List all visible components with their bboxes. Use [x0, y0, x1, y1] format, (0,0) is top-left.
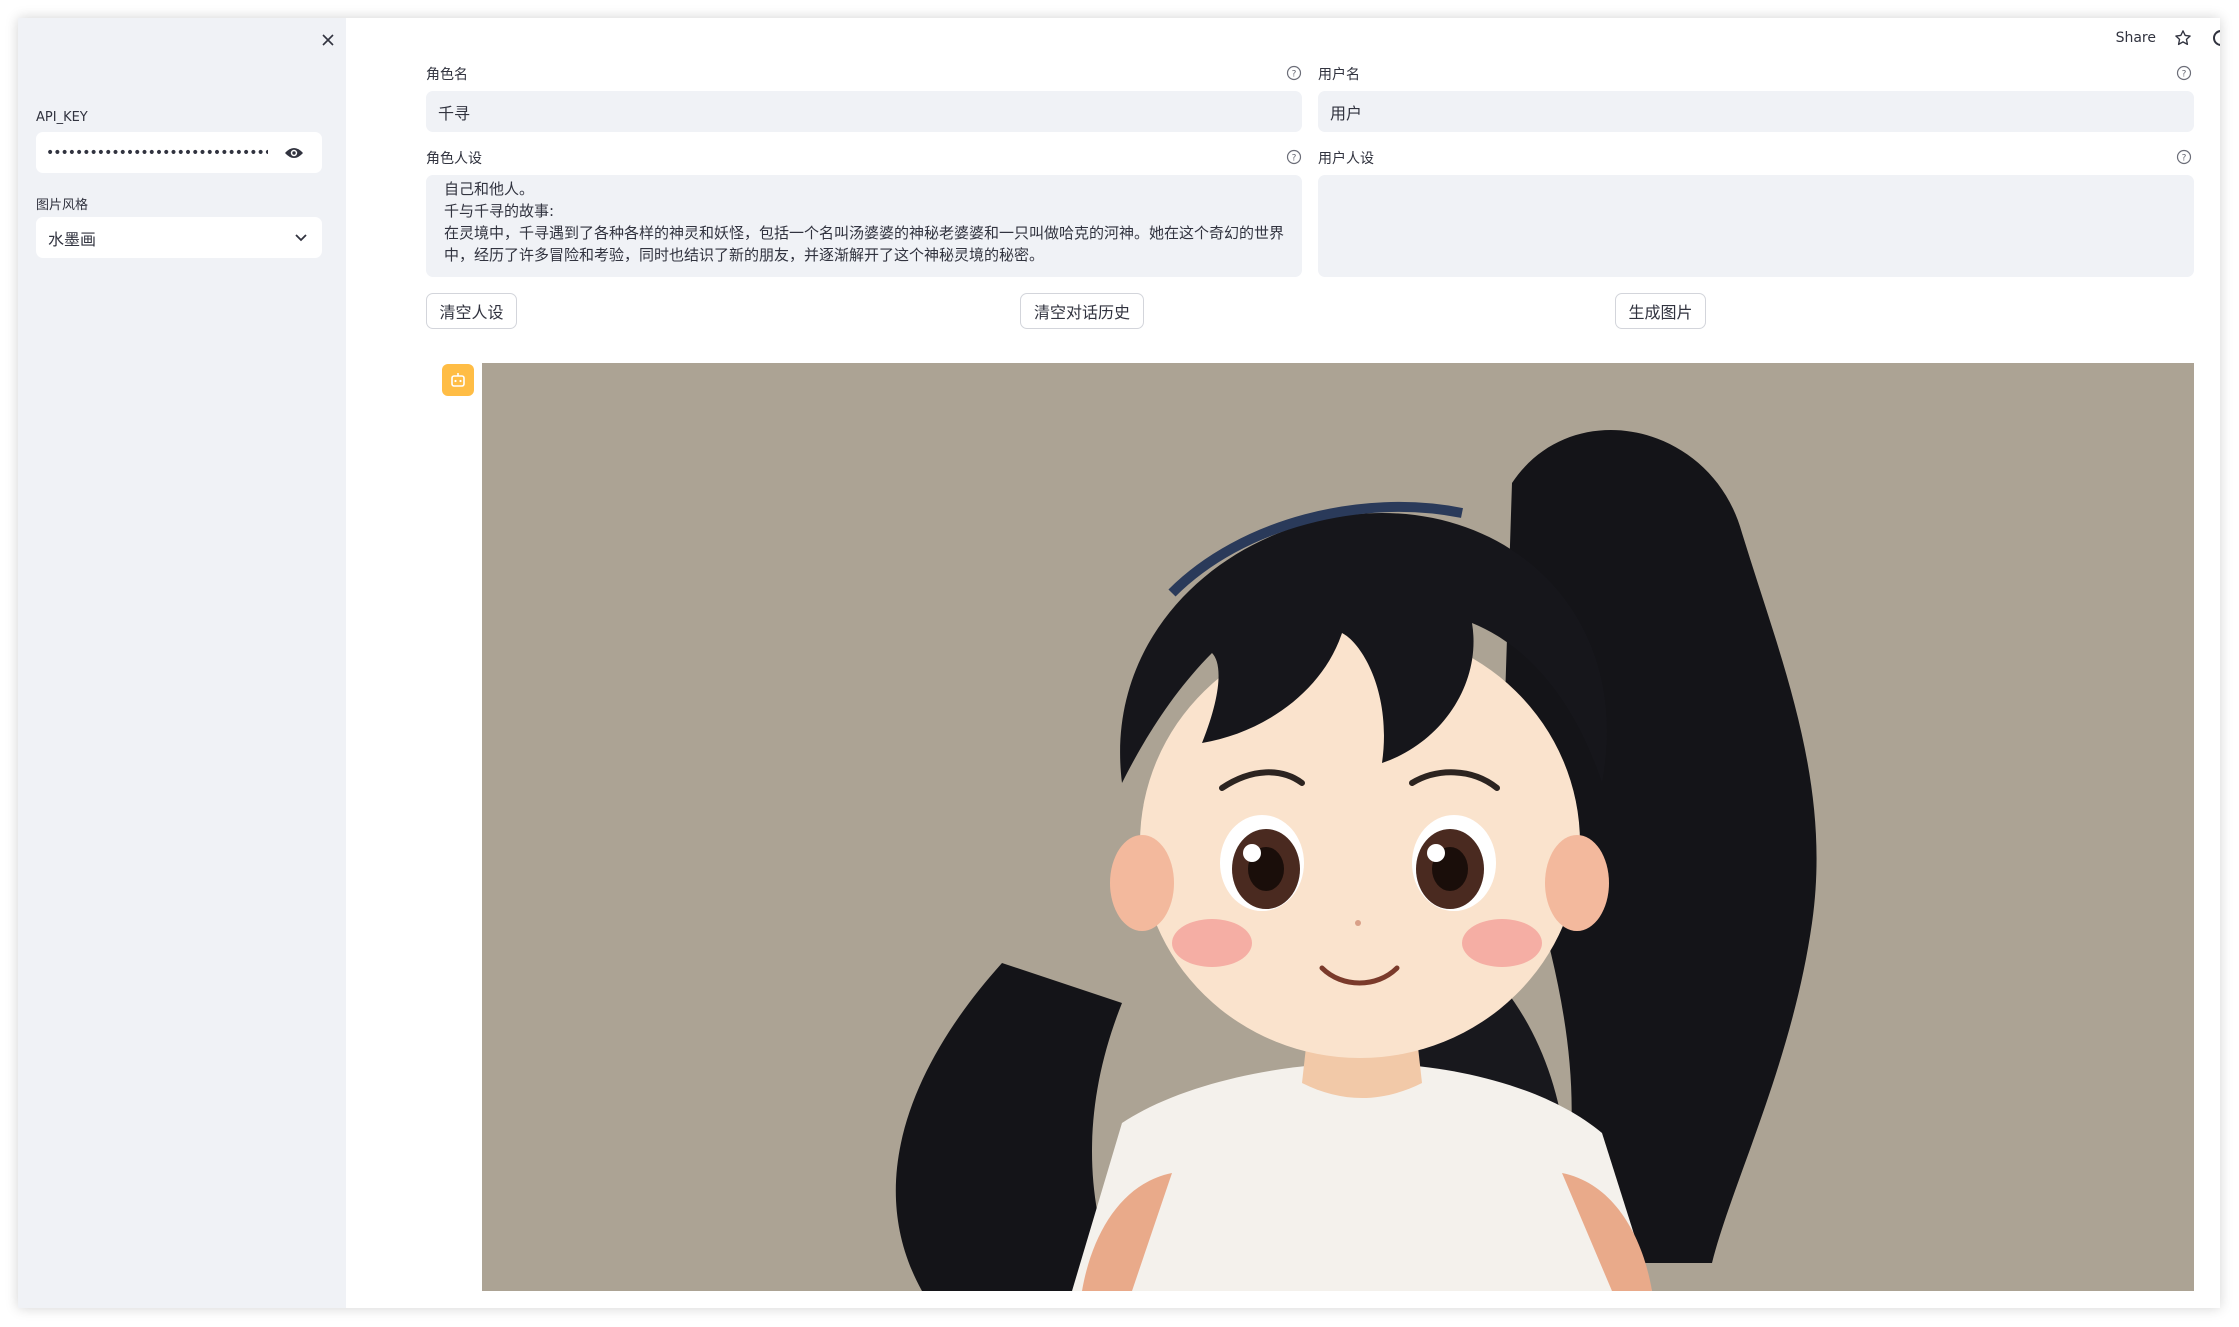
user-name-value: 用户 — [1330, 103, 1363, 123]
sidebar: API_KEY ••••••••••••••••••••••••••••••••… — [18, 18, 346, 1308]
chevron-down-icon — [292, 229, 310, 247]
clear-history-button[interactable]: 清空对话历史 — [1020, 293, 1144, 329]
eye-icon — [285, 147, 303, 158]
app-window: API_KEY ••••••••••••••••••••••••••••••••… — [18, 18, 2220, 1308]
top-toolbar: Share — [2116, 18, 2220, 58]
api-key-label: API_KEY — [36, 110, 88, 125]
show-password-button[interactable] — [282, 141, 306, 165]
user-name-input[interactable]: 用户 — [1318, 91, 2194, 132]
bot-avatar — [442, 364, 474, 396]
moon-icon[interactable] — [2210, 27, 2220, 49]
clear-persona-button[interactable]: 清空人设 — [426, 293, 517, 329]
close-icon — [322, 34, 334, 46]
role-name-label: 角色名 — [426, 67, 468, 83]
close-sidebar-button[interactable] — [310, 22, 346, 58]
girl-illustration — [482, 363, 2194, 1291]
image-style-select[interactable]: 水墨画 — [36, 217, 322, 258]
role-name-value: 千寻 — [438, 103, 471, 123]
generate-image-button[interactable]: 生成图片 — [1615, 293, 1706, 329]
image-style-value: 水墨画 — [48, 229, 97, 249]
role-persona-textarea[interactable]: 自己和他人。 千与千寻的故事: 在灵境中，千寻遇到了各种各样的神灵和妖怪，包括一… — [426, 175, 1302, 277]
svg-text:?: ? — [2182, 154, 2187, 164]
help-icon[interactable]: ? — [2176, 149, 2192, 165]
generated-image — [482, 363, 2194, 1291]
help-icon[interactable]: ? — [1286, 149, 1302, 165]
user-persona-value — [1318, 175, 2194, 178]
role-name-input[interactable]: 千寻 — [426, 91, 1302, 132]
user-persona-textarea[interactable] — [1318, 175, 2194, 277]
svg-text:?: ? — [1292, 154, 1297, 164]
share-button[interactable]: Share — [2116, 30, 2156, 46]
user-persona-label: 用户人设 — [1318, 151, 1374, 167]
svg-text:?: ? — [1292, 70, 1297, 80]
help-icon[interactable]: ? — [1286, 65, 1302, 81]
api-key-value[interactable]: ••••••••••••••••••••••••••••••••••••••••… — [46, 145, 268, 161]
svg-text:?: ? — [2182, 70, 2187, 80]
bot-icon — [451, 373, 465, 387]
role-persona-label: 角色人设 — [426, 151, 482, 167]
image-style-label: 图片风格 — [36, 198, 89, 213]
star-icon[interactable] — [2174, 27, 2196, 49]
user-name-label: 用户名 — [1318, 67, 1360, 83]
role-persona-value: 自己和他人。 千与千寻的故事: 在灵境中，千寻遇到了各种各样的神灵和妖怪，包括一… — [444, 180, 1285, 264]
help-icon[interactable]: ? — [2176, 65, 2192, 81]
api-key-input[interactable]: ••••••••••••••••••••••••••••••••••••••••… — [36, 132, 322, 173]
